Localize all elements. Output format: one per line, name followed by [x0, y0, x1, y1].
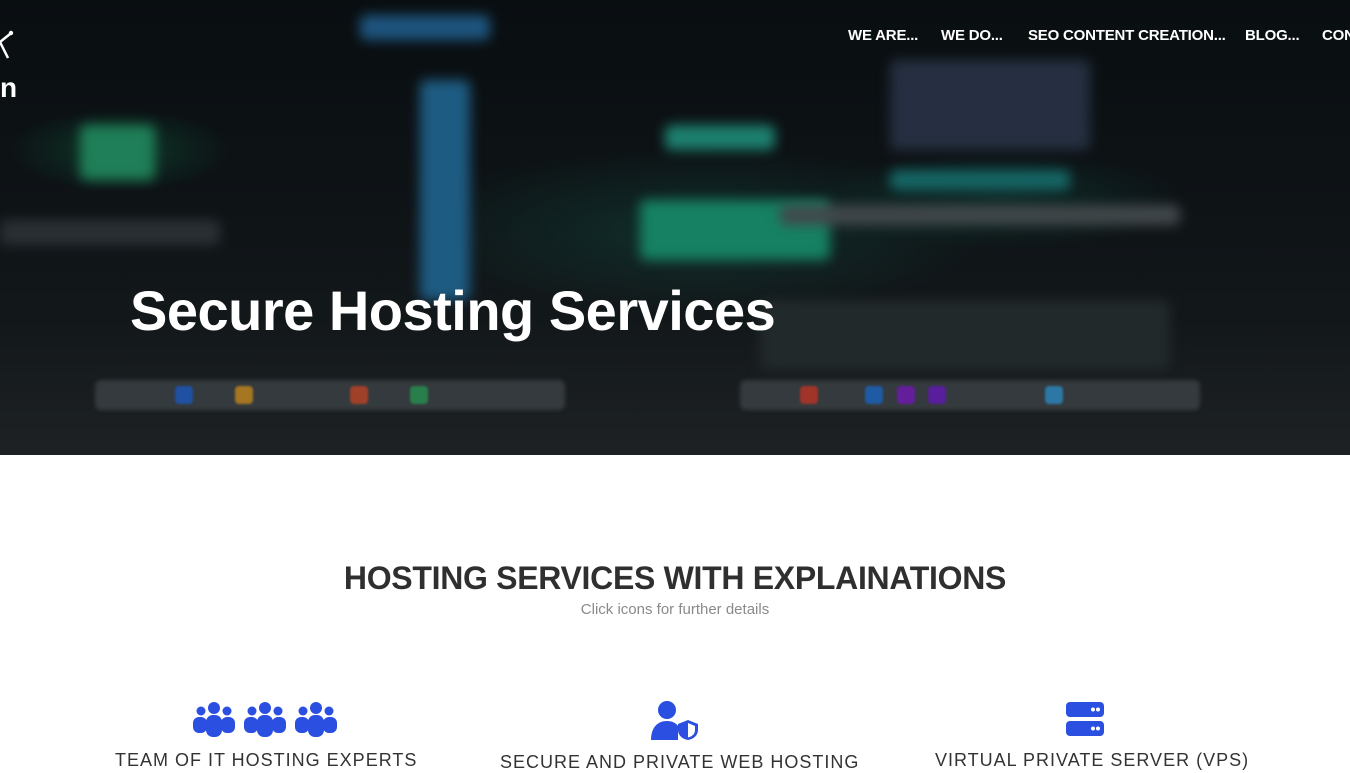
- team-icon[interactable]: [190, 700, 340, 738]
- server-icon[interactable]: [1065, 700, 1105, 738]
- feature-secure-private-hosting[interactable]: SECURE AND PRIVATE WEB HOSTING: [500, 700, 860, 773]
- nav-item-we-do[interactable]: WE DO...: [941, 27, 1003, 44]
- hero-overlay: [0, 0, 1350, 455]
- user-shield-icon[interactable]: [650, 700, 700, 740]
- section-title: HOSTING SERVICES WITH EXPLAINATIONS: [343, 560, 1007, 596]
- feature-vps[interactable]: VIRTUAL PRIVATE SERVER (VPS): [935, 700, 1250, 771]
- nav-item-contact[interactable]: CON: [1322, 27, 1350, 44]
- feature-label: SECURE AND PRIVATE WEB HOSTING: [500, 752, 860, 772]
- section-subtitle: Click icons for further details: [580, 601, 770, 618]
- nav-item-blog[interactable]: BLOG...: [1245, 27, 1300, 44]
- page-title: Secure Hosting Services: [130, 279, 776, 342]
- logo-text[interactable]: n: [0, 72, 17, 104]
- logo-icon[interactable]: [0, 30, 14, 60]
- feature-label: TEAM OF IT HOSTING EXPERTS: [115, 750, 418, 770]
- nav-item-we-are[interactable]: WE ARE...: [848, 27, 918, 44]
- nav-item-seo-content-creation[interactable]: SEO CONTENT CREATION...: [1028, 27, 1226, 44]
- hero-banner: n WE ARE... WE DO... SEO CONTENT CREATIO…: [0, 0, 1350, 455]
- main-navigation: WE ARE... WE DO... SEO CONTENT CREATION.…: [848, 27, 1350, 47]
- feature-team-experts[interactable]: TEAM OF IT HOSTING EXPERTS: [115, 700, 418, 771]
- feature-label: VIRTUAL PRIVATE SERVER (VPS): [935, 750, 1250, 770]
